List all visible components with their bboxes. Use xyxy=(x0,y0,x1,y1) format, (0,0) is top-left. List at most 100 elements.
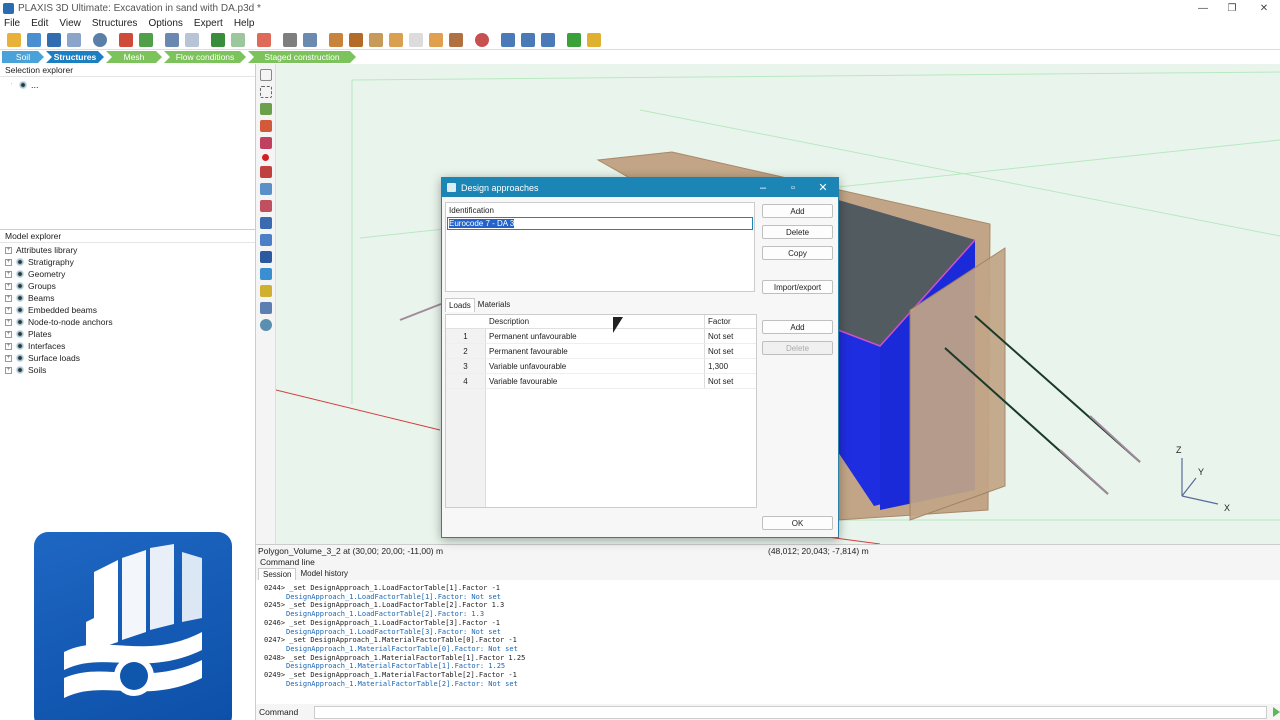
tab-flow-conditions[interactable]: Flow conditions xyxy=(164,51,246,63)
expand-icon[interactable]: + xyxy=(5,342,12,350)
settings-icon[interactable] xyxy=(259,319,272,331)
expand-icon[interactable]: + xyxy=(5,354,12,362)
eye-icon[interactable] xyxy=(16,354,24,362)
create-interface-icon[interactable] xyxy=(259,234,272,246)
ungroup-icon[interactable] xyxy=(139,32,153,47)
tab-session[interactable]: Session xyxy=(258,568,297,580)
command-input[interactable] xyxy=(314,705,1267,719)
new-project-icon[interactable] xyxy=(7,32,21,47)
table-icon[interactable] xyxy=(259,302,272,314)
tab-loads[interactable]: Loads xyxy=(445,298,475,312)
move-icon[interactable] xyxy=(567,32,581,47)
menu-help[interactable]: Help xyxy=(234,18,255,29)
expand-icon[interactable]: + xyxy=(5,270,12,278)
expand-icon[interactable]: + xyxy=(5,246,12,254)
roof-icon[interactable] xyxy=(449,32,463,47)
table-row[interactable]: 3 Variable unfavourable 1,300 xyxy=(446,359,756,374)
restore-icon[interactable]: ❐ xyxy=(1216,0,1248,16)
redo-icon[interactable] xyxy=(231,32,245,47)
row-factor[interactable]: Not set xyxy=(704,329,756,343)
tab-structures[interactable]: Structures xyxy=(46,51,104,63)
row-factor[interactable]: Not set xyxy=(704,374,756,388)
row-factor[interactable]: 1,300 xyxy=(704,359,756,373)
dialog-close-icon[interactable]: ✕ xyxy=(808,178,838,197)
import-export-button[interactable]: Import/export xyxy=(762,280,833,294)
building-icon[interactable] xyxy=(369,32,383,47)
eye-icon[interactable] xyxy=(16,366,24,374)
expand-icon[interactable]: + xyxy=(5,258,12,266)
create-load-icon[interactable] xyxy=(259,183,272,195)
home-view-icon[interactable] xyxy=(429,32,443,47)
add-approach-button[interactable]: Add xyxy=(762,204,833,218)
table-row[interactable]: 2 Permanent favourable Not set xyxy=(446,344,756,359)
report-icon[interactable] xyxy=(283,32,297,47)
create-polygon-icon[interactable] xyxy=(259,200,272,212)
tab-staged-construction[interactable]: Staged construction xyxy=(248,51,356,63)
expand-icon[interactable]: + xyxy=(5,318,12,326)
menu-file[interactable]: File xyxy=(4,18,20,29)
table-row[interactable]: 4 Variable favourable Not set xyxy=(446,374,756,389)
eye-icon[interactable] xyxy=(16,342,24,350)
identification-field[interactable]: Eurocode 7 - DA 3 xyxy=(447,217,753,230)
create-point-icon[interactable] xyxy=(262,154,269,161)
expand-icon[interactable]: + xyxy=(5,330,12,338)
model-tree-item[interactable]: + Attributes library xyxy=(0,244,255,256)
zoom-in-icon[interactable] xyxy=(501,32,515,47)
open-project-icon[interactable] xyxy=(27,32,41,47)
eye-icon[interactable] xyxy=(16,318,24,326)
select-rectangle-icon[interactable] xyxy=(259,86,272,98)
selection-root[interactable]: · ... xyxy=(8,79,255,91)
tunnel-icon[interactable] xyxy=(349,32,363,47)
print-icon[interactable] xyxy=(303,32,317,47)
create-soil-icon[interactable] xyxy=(259,251,272,263)
eye-icon[interactable] xyxy=(16,306,24,314)
row-factor[interactable]: Not set xyxy=(704,344,756,358)
menu-expert[interactable]: Expert xyxy=(194,18,223,29)
model-tree-item[interactable]: + Geometry xyxy=(0,268,255,280)
eye-icon[interactable] xyxy=(16,282,24,290)
expand-icon[interactable]: + xyxy=(5,294,12,302)
menu-structures[interactable]: Structures xyxy=(92,18,138,29)
create-well-icon[interactable] xyxy=(259,285,272,297)
menu-options[interactable]: Options xyxy=(148,18,182,29)
expand-icon[interactable]: + xyxy=(5,366,12,374)
eye-icon[interactable] xyxy=(19,81,27,89)
tab-soil[interactable]: Soil xyxy=(2,51,44,63)
select-icon[interactable] xyxy=(259,69,272,81)
delete-approach-button[interactable]: Delete xyxy=(762,225,833,239)
save-as-icon[interactable] xyxy=(67,32,81,47)
link-icon[interactable] xyxy=(165,32,179,47)
create-surface-icon[interactable] xyxy=(259,217,272,229)
eye-icon[interactable] xyxy=(16,270,24,278)
create-array-icon[interactable] xyxy=(259,137,272,149)
add-factor-button[interactable]: Add xyxy=(762,320,833,334)
group-icon[interactable] xyxy=(119,32,133,47)
menu-view[interactable]: View xyxy=(59,18,81,29)
eye-icon[interactable] xyxy=(16,330,24,338)
move-object-icon[interactable] xyxy=(259,103,272,115)
unlink-icon[interactable] xyxy=(185,32,199,47)
run-command-icon[interactable] xyxy=(1273,707,1280,717)
delete-factor-button[interactable]: Delete xyxy=(762,341,833,355)
render-icon[interactable] xyxy=(475,32,489,47)
delete-icon[interactable] xyxy=(257,32,271,47)
menu-edit[interactable]: Edit xyxy=(31,18,48,29)
model-tree-item[interactable]: + Surface loads xyxy=(0,352,255,364)
undo-icon[interactable] xyxy=(211,32,225,47)
close-icon[interactable]: ✕ xyxy=(1248,0,1280,16)
zoom-fit-icon[interactable] xyxy=(541,32,555,47)
create-line-icon[interactable] xyxy=(259,166,272,178)
create-tunnel-icon[interactable] xyxy=(259,268,272,280)
model-tree-item[interactable]: + Beams xyxy=(0,292,255,304)
show-model-icon[interactable] xyxy=(329,32,343,47)
model-tree-item[interactable]: + Plates xyxy=(0,328,255,340)
eye-icon[interactable] xyxy=(16,294,24,302)
model-tree-item[interactable]: + Interfaces xyxy=(0,340,255,352)
model-tree-item[interactable]: + Soils xyxy=(0,364,255,376)
copy-approach-button[interactable]: Copy xyxy=(762,246,833,260)
table-row[interactable]: 1 Permanent unfavourable Not set xyxy=(446,329,756,344)
expand-icon[interactable]: + xyxy=(5,306,12,314)
model-tree-item[interactable]: + Stratigraphy xyxy=(0,256,255,268)
ok-button[interactable]: OK xyxy=(762,516,833,530)
zoom-out-icon[interactable] xyxy=(521,32,535,47)
